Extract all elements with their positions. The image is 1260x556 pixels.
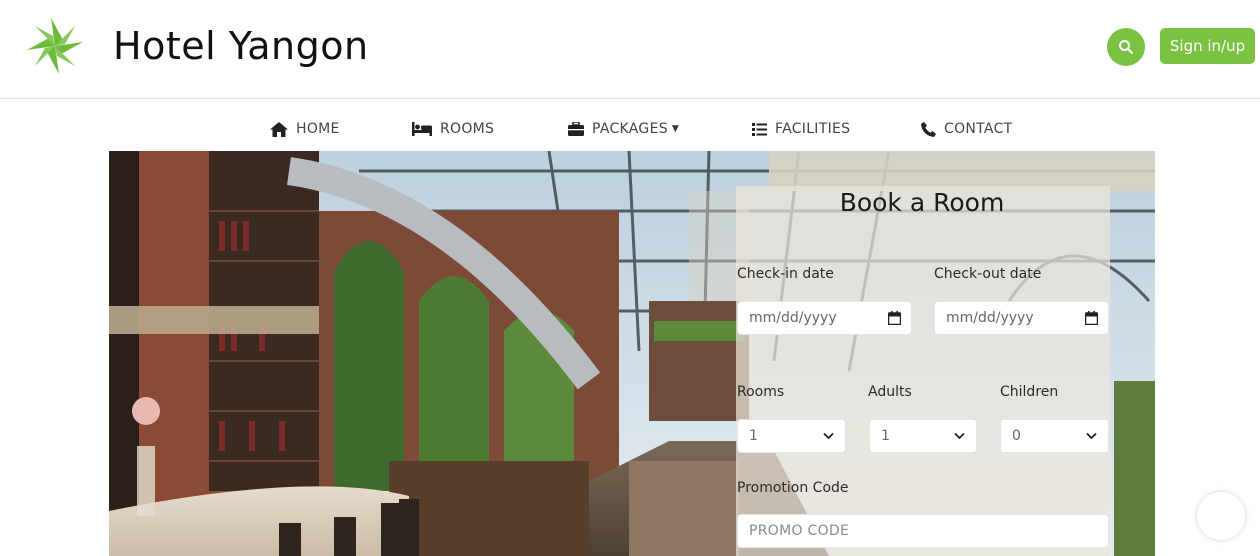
- chevron-down-icon: [1086, 432, 1097, 440]
- site-header: Hotel Yangon Sign in/up: [0, 0, 1260, 99]
- rooms-value: 1: [749, 428, 758, 444]
- nav-label: ROOMS: [440, 121, 495, 137]
- briefcase-icon: [568, 122, 584, 136]
- children-select[interactable]: 0: [1000, 419, 1109, 453]
- promo-placeholder: PROMO CODE: [749, 523, 850, 539]
- checkin-label: Check-in date: [737, 266, 834, 282]
- nav-label: HOME: [296, 121, 340, 137]
- chevron-down-icon: [954, 432, 965, 440]
- checkout-label: Check-out date: [934, 266, 1042, 282]
- nav-item-home[interactable]: HOME: [270, 121, 340, 137]
- calendar-icon[interactable]: [1085, 311, 1098, 325]
- adults-label: Adults: [868, 384, 912, 400]
- nav-label: PACKAGES: [592, 121, 668, 137]
- main-nav: HOME ROOMS PACKAGES ▼ FACILITIES CONTACT: [0, 112, 1260, 152]
- home-icon: [270, 121, 288, 137]
- caret-down-icon: ▼: [671, 124, 680, 134]
- nav-item-rooms[interactable]: ROOMS: [412, 121, 494, 137]
- phone-icon: [921, 121, 936, 137]
- rooms-label: Rooms: [737, 384, 785, 400]
- promo-code-input[interactable]: PROMO CODE: [737, 514, 1109, 548]
- chat-widget-button[interactable]: [1197, 492, 1245, 540]
- search-icon: [1119, 40, 1133, 54]
- nav-item-contact[interactable]: CONTACT: [921, 121, 1013, 137]
- nav-label: CONTACT: [944, 121, 1013, 137]
- adults-value: 1: [881, 428, 890, 444]
- children-value: 0: [1012, 428, 1021, 444]
- chevron-down-icon: [823, 432, 834, 440]
- checkin-placeholder: mm/dd/yyyy: [749, 310, 837, 326]
- search-button[interactable]: [1107, 28, 1145, 66]
- adults-select[interactable]: 1: [869, 419, 977, 453]
- hotel-logo-icon[interactable]: [20, 15, 90, 77]
- children-label: Children: [1000, 384, 1059, 400]
- rooms-select[interactable]: 1: [737, 419, 846, 453]
- brand-name[interactable]: Hotel Yangon: [113, 22, 369, 70]
- calendar-icon[interactable]: [888, 311, 901, 325]
- checkout-date-input[interactable]: mm/dd/yyyy: [934, 301, 1109, 335]
- booking-title: Book a Room: [839, 188, 1005, 217]
- booking-panel: Book a Room Check-in date mm/dd/yyyy Che…: [736, 186, 1110, 556]
- nav-label: FACILITIES: [775, 121, 851, 137]
- checkin-date-input[interactable]: mm/dd/yyyy: [737, 301, 912, 335]
- bed-icon: [412, 122, 432, 136]
- checkout-placeholder: mm/dd/yyyy: [946, 310, 1034, 326]
- nav-item-packages[interactable]: PACKAGES ▼: [568, 121, 679, 137]
- promo-label: Promotion Code: [737, 480, 849, 496]
- list-icon: [752, 122, 767, 136]
- signin-button[interactable]: Sign in/up: [1160, 28, 1255, 64]
- nav-item-facilities[interactable]: FACILITIES: [752, 121, 850, 137]
